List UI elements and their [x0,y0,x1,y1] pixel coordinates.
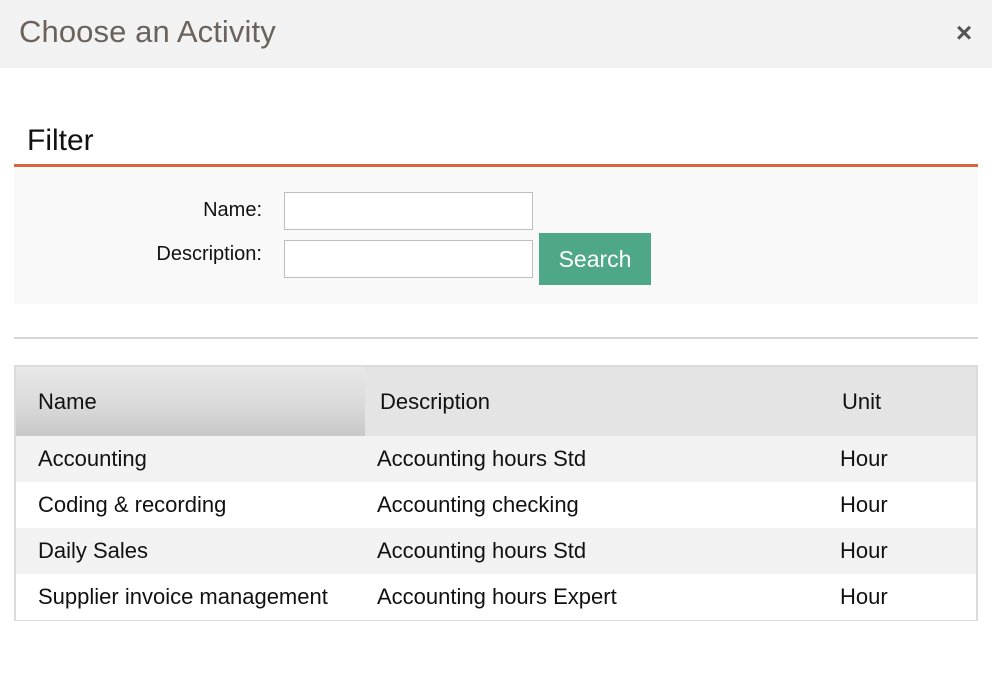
filter-heading: Filter [27,124,94,157]
table-row[interactable]: Coding & recording Accounting checking H… [16,482,976,528]
cell-description: Accounting checking [377,492,579,517]
cell-unit: Hour [840,584,888,609]
section-divider [14,337,978,339]
cell-unit: Hour [840,446,888,471]
cell-name: Supplier invoice management [38,584,328,609]
activity-table: Name Description Unit Accounting Account… [14,365,978,621]
name-label: Name: [203,199,262,221]
table-header: Name Description Unit [16,367,976,436]
dialog-title-bar: Choose an Activity × [0,0,992,68]
dialog-title: Choose an Activity [19,14,276,49]
cell-name: Daily Sales [38,538,149,563]
table-row[interactable]: Supplier invoice management Accounting h… [16,574,976,620]
close-icon[interactable]: × [952,18,976,48]
column-header-unit[interactable]: Unit [842,367,962,436]
description-filter-input[interactable] [284,240,533,278]
search-button[interactable]: Search [539,233,651,285]
filter-panel [14,167,978,304]
name-filter-input[interactable] [284,192,533,230]
cell-name: Coding & recording [38,492,227,517]
cell-name: Accounting [38,446,147,471]
cell-description: Accounting hours Expert [377,584,617,609]
column-header-name[interactable]: Name [16,367,365,436]
cell-description: Accounting hours Std [377,446,587,471]
table-row[interactable]: Daily Sales Accounting hours Std Hour [16,528,976,574]
choose-activity-dialog: Choose an Activity × Filter Name: Descri… [0,0,992,682]
cell-unit: Hour [840,538,888,563]
cell-description: Accounting hours Std [377,538,587,563]
description-label: Description: [156,243,262,265]
column-header-description[interactable]: Description [380,367,820,436]
table-row[interactable]: Accounting Accounting hours Std Hour [16,436,976,482]
cell-unit: Hour [840,492,888,517]
